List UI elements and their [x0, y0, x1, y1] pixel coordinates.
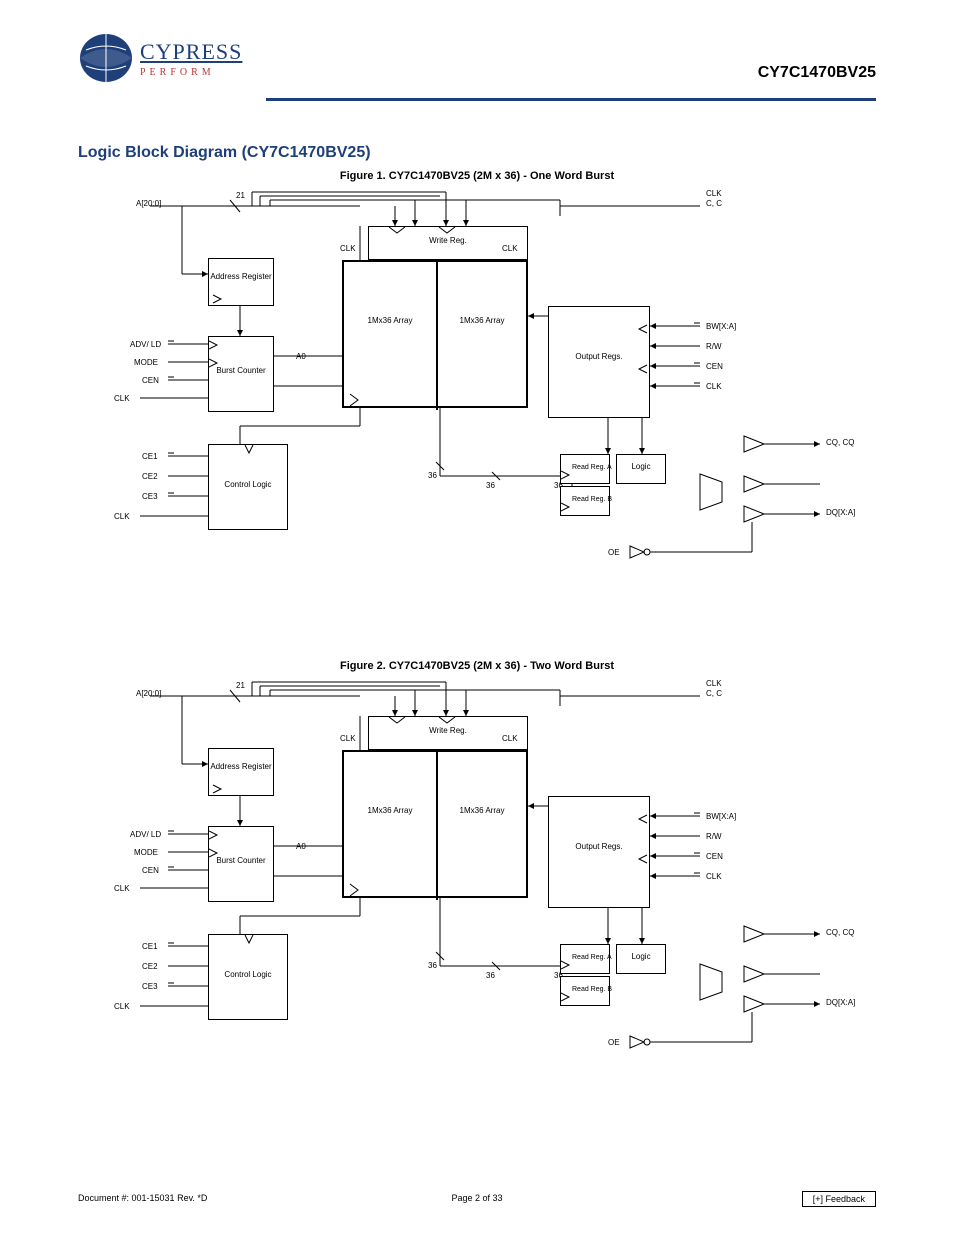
figure2-diagram: 21 — [140, 676, 840, 1076]
figure2-caption: Figure 2. CY7C1470BV25 (2M x 36) - Two W… — [78, 660, 876, 672]
advld-label: ADV/ LD — [130, 340, 161, 349]
svg-text:36: 36 — [486, 481, 495, 490]
clk-label-ctl-2: CLK — [114, 1002, 130, 1011]
clk2-label-2: CLK — [706, 679, 722, 688]
burst-counter-label: Burst Counter — [210, 366, 272, 375]
dq-label: DQ[X:A] — [826, 508, 855, 517]
clk-write-right-2: CLK — [502, 734, 518, 743]
cc-label-2: C, C — [706, 689, 722, 698]
mem-a-label: 1Mx36 Array — [346, 316, 434, 325]
mode-label-2: MODE — [134, 848, 158, 857]
output-regs-label-2: Output Regs. — [550, 842, 648, 851]
mem-b-label: 1Mx36 Array — [438, 316, 526, 325]
mem-b-label-2: 1Mx36 Array — [438, 806, 526, 815]
cq-label-2: CQ, CQ — [826, 928, 854, 937]
rw-label: R/W — [706, 342, 722, 351]
part-number: CY7C1470BV25 — [758, 64, 876, 82]
read-reg-a-label-2: Read Reg. A — [572, 954, 612, 961]
logo: CYPRESS PERFORM — [78, 30, 242, 86]
header-rule — [266, 98, 876, 101]
svg-text:36: 36 — [428, 961, 437, 970]
control-logic-label-2: Control Logic — [210, 970, 286, 979]
logo-name: CYPRESS — [140, 39, 242, 65]
cen-label-2: CEN — [142, 866, 159, 875]
output-regs-box-2 — [548, 796, 650, 908]
dq-label-2: DQ[X:A] — [826, 998, 855, 1007]
clk-write-left: CLK — [340, 244, 356, 253]
clk-label-ctl: CLK — [114, 512, 130, 521]
a0-label-2: A0 — [296, 842, 306, 851]
output-regs-label: Output Regs. — [550, 352, 648, 361]
clk-label-r: CLK — [706, 382, 722, 391]
memory-box — [342, 260, 528, 408]
clk-label-r-2: CLK — [706, 872, 722, 881]
ce3-label: CE3 — [142, 492, 158, 501]
svg-text:21: 21 — [236, 191, 245, 200]
read-reg-b-label-2: Read Reg. B — [572, 986, 612, 993]
oe-label-2: OE — [608, 1038, 620, 1047]
rw-label-2: R/W — [706, 832, 722, 841]
clk-write-right: CLK — [502, 244, 518, 253]
addr-reg-label-2: Address Register — [210, 762, 272, 771]
figure1-caption: Figure 1. CY7C1470BV25 (2M x 36) - One W… — [78, 170, 876, 182]
ce1-label-2: CE1 — [142, 942, 158, 951]
addr-reg-box — [208, 258, 274, 306]
addr-reg-label: Address Register — [210, 272, 272, 281]
clk-label-burst-2: CLK — [114, 884, 130, 893]
svg-text:36: 36 — [428, 471, 437, 480]
a-bus-label-2: A[20:0] — [136, 689, 161, 698]
clk2-label: CLK — [706, 189, 722, 198]
mem-a-label-2: 1Mx36 Array — [346, 806, 434, 815]
cen-label-r: CEN — [706, 362, 723, 371]
bwx-label: BW[X:A] — [706, 322, 736, 331]
oe-label: OE — [608, 548, 620, 557]
ce2-label: CE2 — [142, 472, 158, 481]
memory-box-2 — [342, 750, 528, 898]
read-reg-a-label: Read Reg. A — [572, 464, 612, 471]
logic-box-label-2: Logic — [616, 952, 666, 961]
control-logic-label: Control Logic — [210, 480, 286, 489]
addr-reg-box-2 — [208, 748, 274, 796]
bwx-label-2: BW[X:A] — [706, 812, 736, 821]
cen-label-r-2: CEN — [706, 852, 723, 861]
burst-counter-label-2: Burst Counter — [210, 856, 272, 865]
mode-label: MODE — [134, 358, 158, 367]
ce3-label-2: CE3 — [142, 982, 158, 991]
svg-text:21: 21 — [236, 681, 245, 690]
cc-label: C, C — [706, 199, 722, 208]
a0-label: A0 — [296, 352, 306, 361]
svg-text:36: 36 — [486, 971, 495, 980]
figure1-diagram: 21 — [140, 186, 840, 586]
read-reg-b-label: Read Reg. B — [572, 496, 612, 503]
ce1-label: CE1 — [142, 452, 158, 461]
clk-label-burst: CLK — [114, 394, 130, 403]
logo-sub: PERFORM — [140, 67, 242, 78]
ce2-label-2: CE2 — [142, 962, 158, 971]
cen-label: CEN — [142, 376, 159, 385]
a-bus-label: A[20:0] — [136, 199, 161, 208]
output-regs-box — [548, 306, 650, 418]
section-title: Logic Block Diagram (CY7C1470BV25) — [78, 144, 371, 162]
feedback-button[interactable]: [+] Feedback — [802, 1191, 876, 1207]
globe-icon — [78, 30, 134, 86]
logic-box-label: Logic — [616, 462, 666, 471]
cq-label: CQ, CQ — [826, 438, 854, 447]
advld-label-2: ADV/ LD — [130, 830, 161, 839]
clk-write-left-2: CLK — [340, 734, 356, 743]
